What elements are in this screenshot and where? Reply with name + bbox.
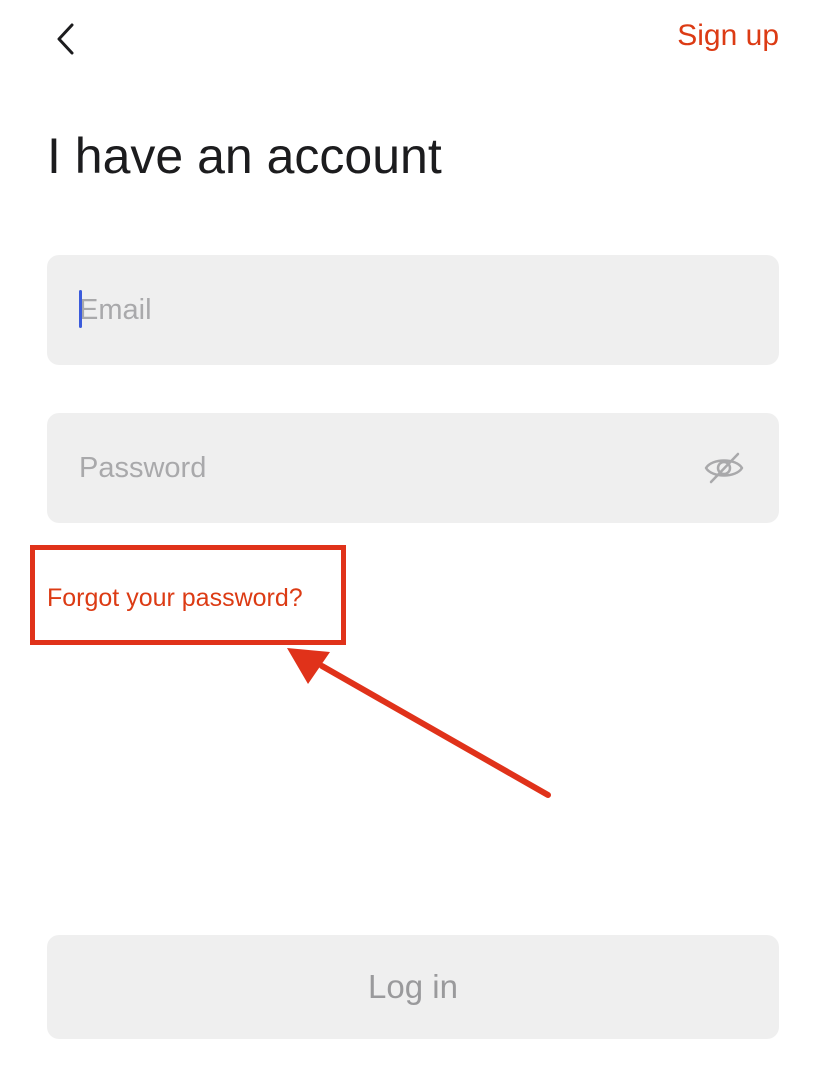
forgot-password-link[interactable]: Forgot your password? (47, 580, 303, 616)
signup-link[interactable]: Sign up (677, 14, 779, 58)
password-visibility-toggle[interactable] (703, 448, 745, 488)
page-title: I have an account (47, 128, 442, 184)
password-field[interactable] (47, 413, 779, 523)
email-field[interactable] (47, 255, 779, 365)
eye-off-icon (704, 452, 744, 484)
back-button[interactable] (40, 14, 90, 64)
text-cursor (79, 290, 82, 328)
login-button[interactable]: Log in (47, 935, 779, 1039)
email-input[interactable] (79, 255, 679, 365)
chevron-left-icon (57, 23, 74, 55)
password-input[interactable] (79, 413, 679, 523)
